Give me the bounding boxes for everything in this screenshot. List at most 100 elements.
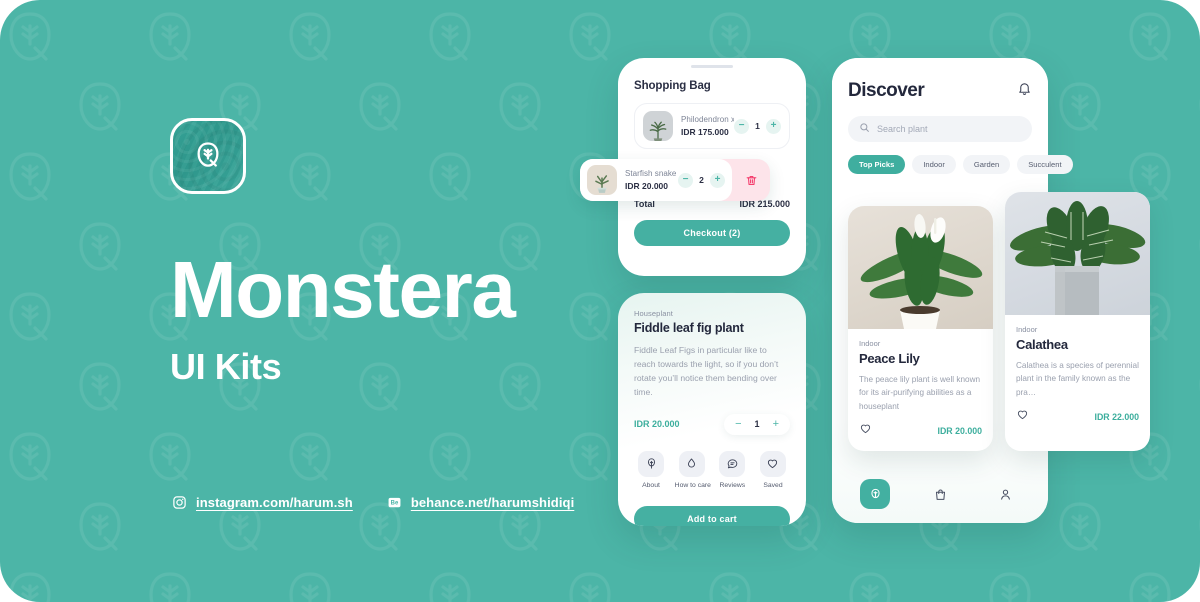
favorite-button[interactable] bbox=[1016, 408, 1029, 426]
product-photo bbox=[848, 206, 993, 329]
chip-garden[interactable]: Garden bbox=[962, 155, 1011, 174]
product-thumbnail bbox=[643, 111, 673, 141]
water-drop-icon bbox=[678, 450, 705, 477]
bag-item-price: IDR 175.000 bbox=[681, 127, 729, 137]
instagram-link-label: instagram.com/harum.sh bbox=[196, 495, 353, 510]
action-how-to-care[interactable]: How to care bbox=[674, 450, 711, 489]
poster-frame: Monstera UI Kits instagram.com/harum.sh … bbox=[0, 0, 1200, 602]
category-chip-list: Top Picks Indoor Garden Succulent bbox=[848, 155, 1076, 174]
bell-icon[interactable] bbox=[1017, 81, 1032, 101]
chip-top-picks[interactable]: Top Picks bbox=[848, 155, 906, 174]
increment-button[interactable]: + bbox=[773, 418, 779, 430]
behance-link-label: behance.net/harumshidiqi bbox=[410, 495, 575, 510]
behance-link[interactable]: Be behance.net/harumshidiqi bbox=[387, 495, 574, 510]
screen-title: Discover bbox=[848, 80, 925, 101]
action-label: Reviews bbox=[719, 481, 746, 489]
quantity-value: 2 bbox=[699, 175, 704, 185]
svg-text:Be: Be bbox=[390, 501, 398, 507]
chip-indoor[interactable]: Indoor bbox=[912, 155, 956, 174]
product-card-body: Indoor Calathea Calathea is a species of… bbox=[1005, 315, 1150, 437]
product-price: IDR 20.000 bbox=[634, 419, 680, 430]
chip-succulent[interactable]: Succulent bbox=[1017, 155, 1073, 174]
hero-block: Monstera UI Kits bbox=[170, 118, 590, 388]
decrement-button[interactable]: − bbox=[734, 118, 749, 134]
bag-item-row[interactable]: Philodendron xanadu IDR 175.000 − 1 + bbox=[634, 103, 790, 149]
search-input[interactable]: Search plant bbox=[848, 116, 1032, 142]
product-title: Fiddle leaf fig plant bbox=[634, 321, 744, 335]
product-name: Peace Lily bbox=[859, 351, 920, 366]
increment-button[interactable]: + bbox=[766, 118, 781, 134]
decrement-button[interactable]: − bbox=[678, 172, 693, 188]
behance-icon: Be bbox=[387, 495, 402, 510]
peace-lily-art bbox=[860, 214, 983, 329]
philodendron-art bbox=[649, 121, 667, 141]
product-name: Calathea bbox=[1016, 337, 1068, 352]
product-description: Calathea is a species of perennial plant… bbox=[1016, 361, 1139, 397]
nav-home[interactable] bbox=[860, 479, 890, 509]
page-subtitle: UI Kits bbox=[170, 346, 282, 387]
nav-bag[interactable] bbox=[925, 479, 955, 509]
add-to-cart-button[interactable]: Add to cart bbox=[634, 505, 790, 526]
sheet-drag-handle[interactable] bbox=[691, 65, 733, 68]
search-icon bbox=[859, 120, 870, 138]
favorite-button[interactable] bbox=[859, 422, 872, 440]
discover-header: Discover bbox=[848, 80, 1032, 102]
heart-icon bbox=[1017, 410, 1028, 419]
tree-icon bbox=[638, 450, 664, 477]
bag-item-name: Philodendron xanadu bbox=[681, 115, 734, 124]
bag-item-name: Starfish snake bbox=[625, 169, 677, 178]
bag-item-row-swiped: Starfish snake IDR 20.000 − 2 + bbox=[580, 159, 770, 201]
price-and-quantity-row: IDR 20.000 − 1 + bbox=[634, 413, 790, 435]
product-category: Houseplant bbox=[634, 309, 673, 318]
shopping-bag-title: Shopping Bag bbox=[634, 80, 711, 92]
product-photo bbox=[1005, 192, 1150, 315]
quantity-stepper: − 1 + bbox=[734, 118, 781, 134]
product-price: IDR 22.000 bbox=[1094, 411, 1140, 422]
search-placeholder: Search plant bbox=[877, 124, 928, 134]
action-saved[interactable]: Saved bbox=[756, 450, 790, 489]
instagram-icon bbox=[172, 495, 187, 510]
product-thumbnail bbox=[587, 165, 617, 195]
action-label: Saved bbox=[763, 481, 783, 489]
product-card-footer: IDR 22.000 bbox=[1016, 408, 1139, 426]
leaf-icon bbox=[197, 142, 219, 167]
action-reviews[interactable]: Reviews bbox=[715, 450, 749, 489]
quantity-value: 1 bbox=[754, 419, 760, 430]
heart-icon bbox=[759, 450, 786, 477]
shopping-bag-card: Shopping Bag Philodendron xanadu IDR 175… bbox=[580, 58, 806, 276]
action-label: About bbox=[642, 481, 660, 489]
quantity-stepper: − 2 + bbox=[678, 172, 725, 188]
increment-button[interactable]: + bbox=[710, 172, 725, 188]
decrement-button[interactable]: − bbox=[735, 418, 741, 430]
product-price: IDR 20.000 bbox=[937, 425, 983, 436]
quantity-stepper: − 1 + bbox=[724, 413, 790, 435]
action-label: How to care bbox=[674, 481, 711, 489]
person-icon bbox=[1000, 489, 1010, 500]
heart-icon bbox=[860, 424, 871, 433]
instagram-link[interactable]: instagram.com/harum.sh bbox=[172, 495, 353, 510]
bottom-navigation bbox=[846, 479, 1034, 509]
nav-profile[interactable] bbox=[990, 479, 1020, 509]
checkout-button[interactable]: Checkout (2) bbox=[634, 220, 790, 246]
bag-icon bbox=[935, 489, 945, 500]
product-category: Indoor bbox=[859, 339, 881, 348]
trash-icon bbox=[746, 175, 756, 185]
product-card-body: Indoor Peace Lily The peace lily plant i… bbox=[848, 329, 993, 451]
quantity-value: 1 bbox=[755, 121, 760, 131]
bag-item-row[interactable]: Starfish snake IDR 20.000 − 2 + bbox=[580, 159, 732, 201]
product-description: Fiddle Leaf Figs in particular like to r… bbox=[634, 345, 779, 397]
product-detail-card: Houseplant Fiddle leaf fig plant Fiddle … bbox=[618, 293, 806, 526]
product-card[interactable]: Indoor Calathea Calathea is a species of… bbox=[1005, 192, 1150, 451]
product-card-list: Indoor Peace Lily The peace lily plant i… bbox=[848, 192, 1150, 451]
app-logo bbox=[170, 118, 246, 194]
product-card-footer: IDR 20.000 bbox=[859, 422, 982, 440]
product-category: Indoor bbox=[1016, 325, 1038, 334]
bag-item-price: IDR 20.000 bbox=[625, 181, 668, 191]
product-card[interactable]: Indoor Peace Lily The peace lily plant i… bbox=[848, 206, 993, 451]
page-title: Monstera bbox=[170, 245, 516, 334]
leaf-icon bbox=[870, 488, 880, 498]
calathea-art bbox=[1010, 201, 1146, 315]
delete-item-button[interactable] bbox=[732, 174, 770, 187]
action-about[interactable]: About bbox=[634, 450, 668, 489]
footer-links: instagram.com/harum.sh Be behance.net/ha… bbox=[172, 495, 574, 510]
